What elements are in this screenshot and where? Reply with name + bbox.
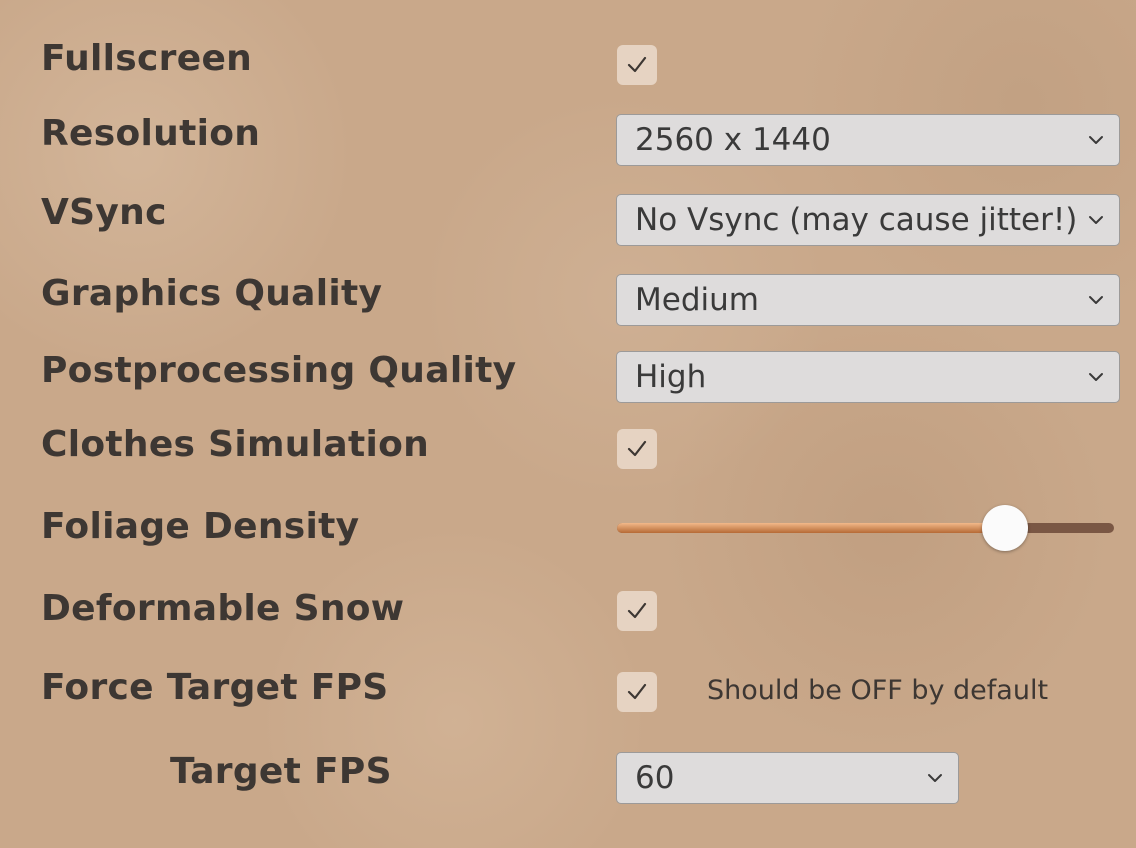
graphics-quality-value: Medium [635,282,759,318]
deformable-snow-label: Deformable Snow [41,588,405,629]
force-target-fps-hint: Should be OFF by default [707,675,1049,706]
deformable-snow-checkbox[interactable] [617,591,657,631]
resolution-label: Resolution [41,113,261,154]
checkmark-icon [627,56,647,73]
fullscreen-label: Fullscreen [41,38,253,79]
graphics-quality-label: Graphics Quality [41,273,383,314]
slider-fill [617,523,1005,533]
postprocessing-quality-label: Postprocessing Quality [41,350,517,391]
slider-thumb[interactable] [982,505,1028,551]
chevron-down-icon [1089,136,1103,144]
target-fps-dropdown[interactable]: 60 [616,752,959,804]
chevron-down-icon [928,774,942,782]
resolution-dropdown[interactable]: 2560 x 1440 [616,114,1120,166]
chevron-down-icon [1089,296,1103,304]
vsync-dropdown[interactable]: No Vsync (may cause jitter!) [616,194,1120,246]
clothes-simulation-label: Clothes Simulation [41,424,430,465]
resolution-value: 2560 x 1440 [635,122,831,158]
graphics-quality-dropdown[interactable]: Medium [616,274,1120,326]
postprocessing-quality-value: High [635,359,707,395]
vsync-value: No Vsync (may cause jitter!) [635,202,1078,238]
checkmark-icon [627,683,647,700]
foliage-density-slider[interactable] [617,502,1114,552]
target-fps-value: 60 [635,760,675,796]
checkmark-icon [627,602,647,619]
settings-panel: Fullscreen Resolution 2560 x 1440 VSync … [0,0,1136,848]
target-fps-label: Target FPS [170,751,392,792]
force-target-fps-checkbox[interactable] [617,672,657,712]
chevron-down-icon [1089,373,1103,381]
clothes-simulation-checkbox[interactable] [617,429,657,469]
checkmark-icon [627,440,647,457]
foliage-density-label: Foliage Density [41,506,360,547]
vsync-label: VSync [41,192,167,233]
postprocessing-quality-dropdown[interactable]: High [616,351,1120,403]
force-target-fps-label: Force Target FPS [41,667,389,708]
chevron-down-icon [1089,216,1103,224]
fullscreen-checkbox[interactable] [617,45,657,85]
